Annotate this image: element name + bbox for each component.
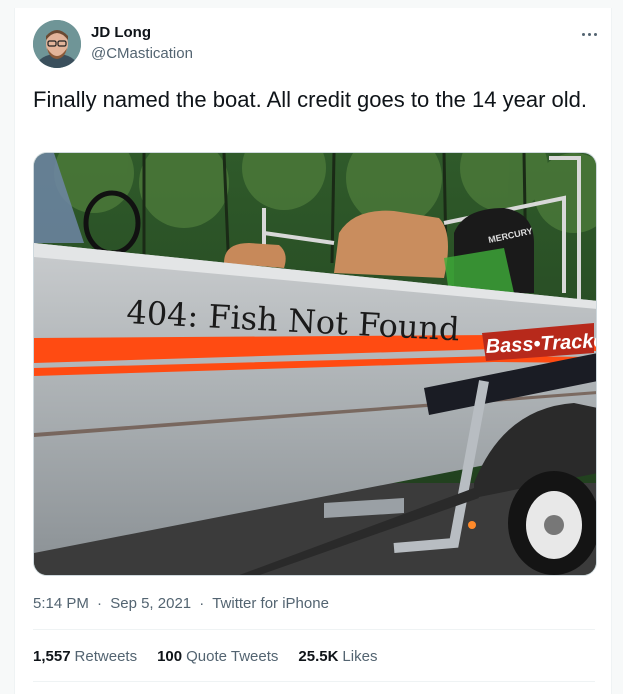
tweet-text: Finally named the boat. All credit goes … [33,87,587,112]
divider [33,629,595,630]
more-options-icon[interactable] [577,24,601,44]
retweets-label: Retweets [74,648,138,665]
tweet-stats: 1,557 Retweets 100 Quote Tweets 25.5K Likes [33,648,377,665]
divider [33,681,595,682]
meta-separator: · [97,595,103,612]
likes-label: Likes [342,648,378,665]
quote-tweets-stat[interactable]: 100 Quote Tweets [157,648,278,665]
tweet-photo[interactable]: MERCURY 404: Fish Not Found Bass•Tracker [33,152,597,576]
tweet-metadata: 5:14 PM · Sep 5, 2021 · Twitter for iPho… [33,595,329,612]
tweet-date[interactable]: Sep 5, 2021 [110,595,191,612]
avatar[interactable] [33,20,81,68]
tweet-time[interactable]: 5:14 PM [33,595,89,612]
likes-count: 25.5K [298,648,339,665]
meta-separator: · [199,595,205,612]
author-handle[interactable]: @CMastication [91,45,193,62]
author-name[interactable]: JD Long [91,24,151,41]
tweet-card: JD Long @CMastication Finally named the … [14,8,612,694]
retweets-stat[interactable]: 1,557 Retweets [33,648,137,665]
quote-tweets-count: 100 [157,648,183,665]
quote-tweets-label: Quote Tweets [186,648,279,665]
likes-stat[interactable]: 25.5K Likes [298,648,377,665]
retweets-count: 1,557 [33,648,71,665]
tweet-client-link[interactable]: Twitter for iPhone [212,595,329,612]
